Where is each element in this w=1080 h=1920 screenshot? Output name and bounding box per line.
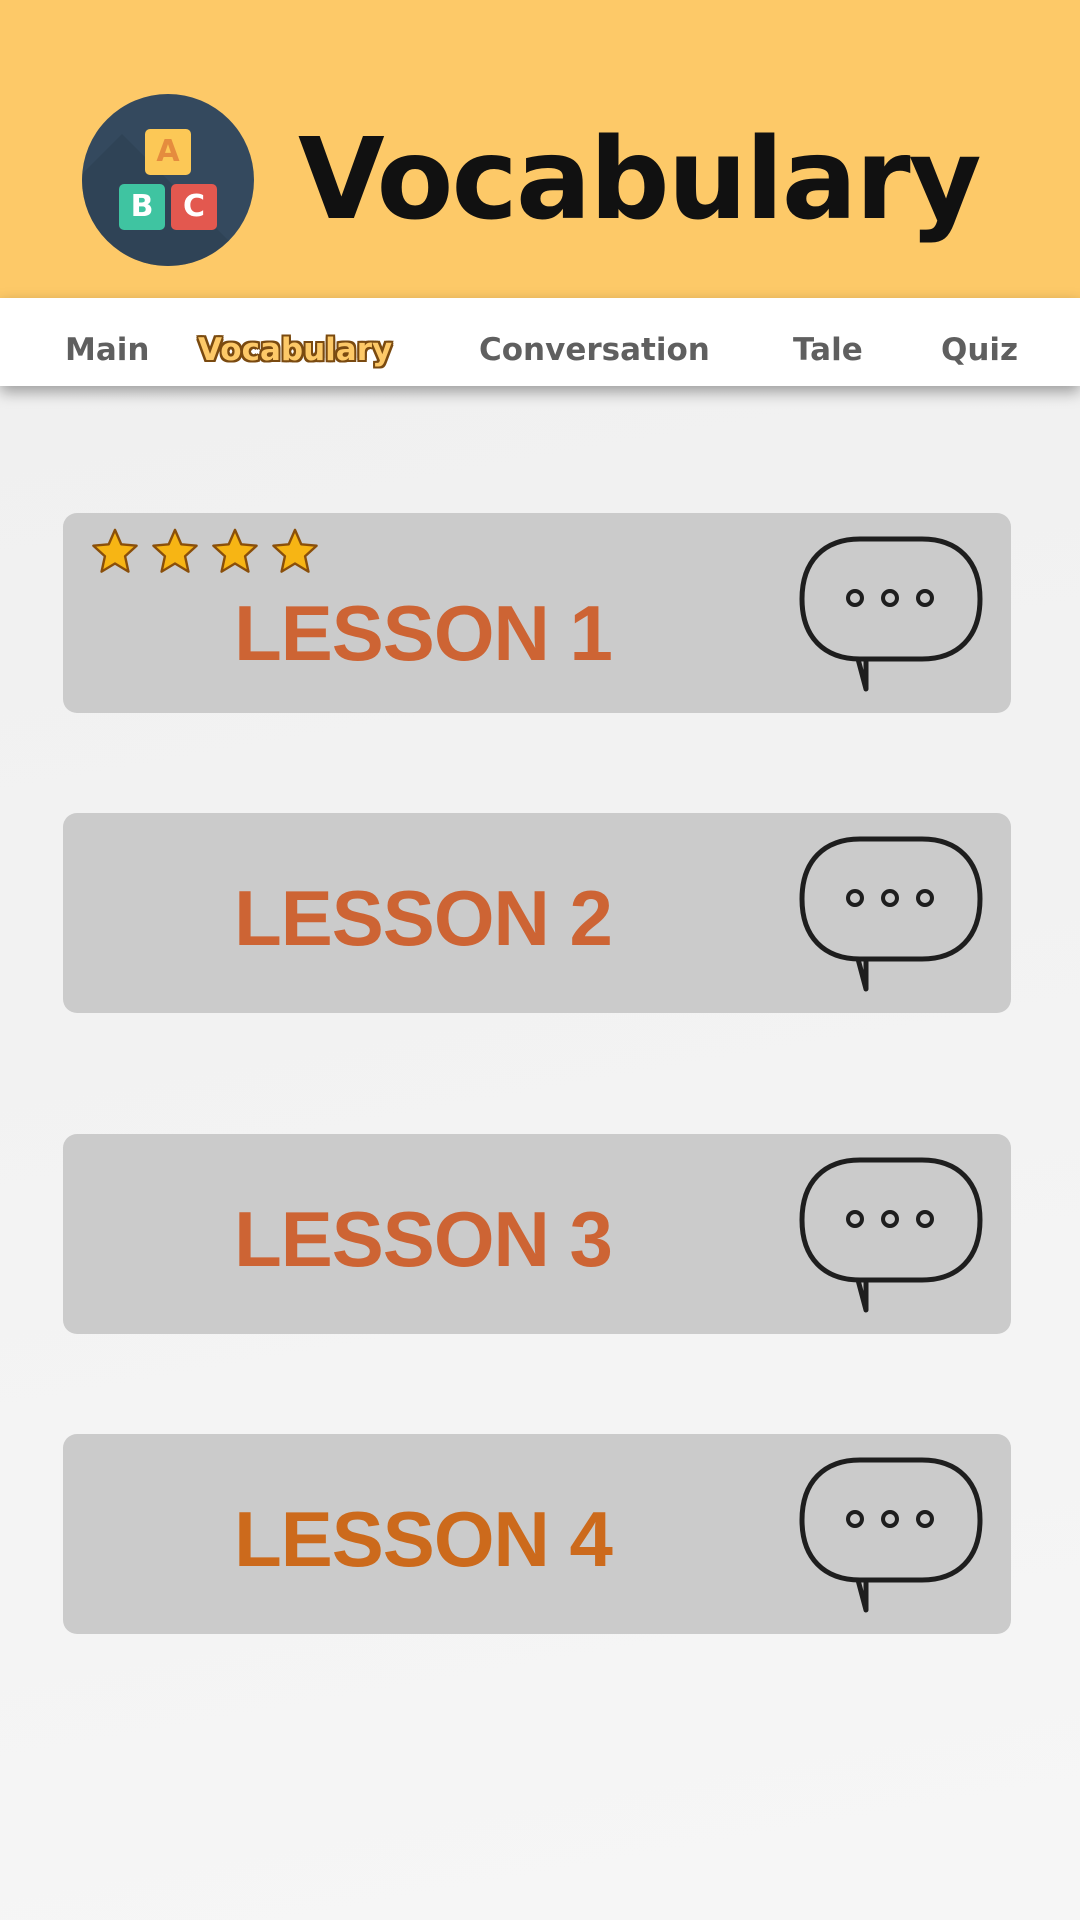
star-icon	[152, 528, 198, 573]
speech-bubble-icon[interactable]	[798, 1156, 984, 1314]
abc-blocks-icon: A B C	[82, 94, 254, 266]
lesson-title: LESSON 3	[234, 1195, 613, 1283]
star-icon	[272, 528, 318, 573]
tab-tale[interactable]: Tale	[793, 298, 863, 386]
lesson-title: LESSON 4	[234, 1495, 613, 1583]
logo-block-a: A	[145, 129, 191, 175]
lesson-card-3[interactable]: LESSON 3	[63, 1134, 1011, 1334]
speech-bubble-icon[interactable]	[798, 535, 984, 693]
speech-bubble-icon[interactable]	[798, 835, 984, 993]
tab-bar: Main Vocabulary Conversation Tale Quiz	[0, 298, 1080, 386]
lesson-card-2[interactable]: LESSON 2	[63, 813, 1011, 1013]
star-icon	[92, 528, 138, 573]
tab-conversation[interactable]: Conversation	[479, 298, 710, 386]
logo-block-c: C	[171, 184, 217, 230]
lesson-card-1[interactable]: LESSON 1	[63, 513, 1011, 713]
star-icon	[212, 528, 258, 573]
speech-bubble-icon[interactable]	[798, 1456, 984, 1614]
tab-quiz[interactable]: Quiz	[941, 298, 1018, 386]
lesson-card-4[interactable]: LESSON 4	[63, 1434, 1011, 1634]
tab-vocabulary[interactable]: Vocabulary	[198, 298, 392, 386]
page-title: Vocabulary	[298, 115, 982, 245]
app-header: A B C Vocabulary	[0, 0, 1080, 298]
lesson-title: LESSON 1	[234, 589, 613, 677]
star-rating	[91, 527, 319, 577]
tab-main[interactable]: Main	[65, 298, 149, 386]
logo-block-b: B	[119, 184, 165, 230]
lesson-title: LESSON 2	[234, 874, 613, 962]
